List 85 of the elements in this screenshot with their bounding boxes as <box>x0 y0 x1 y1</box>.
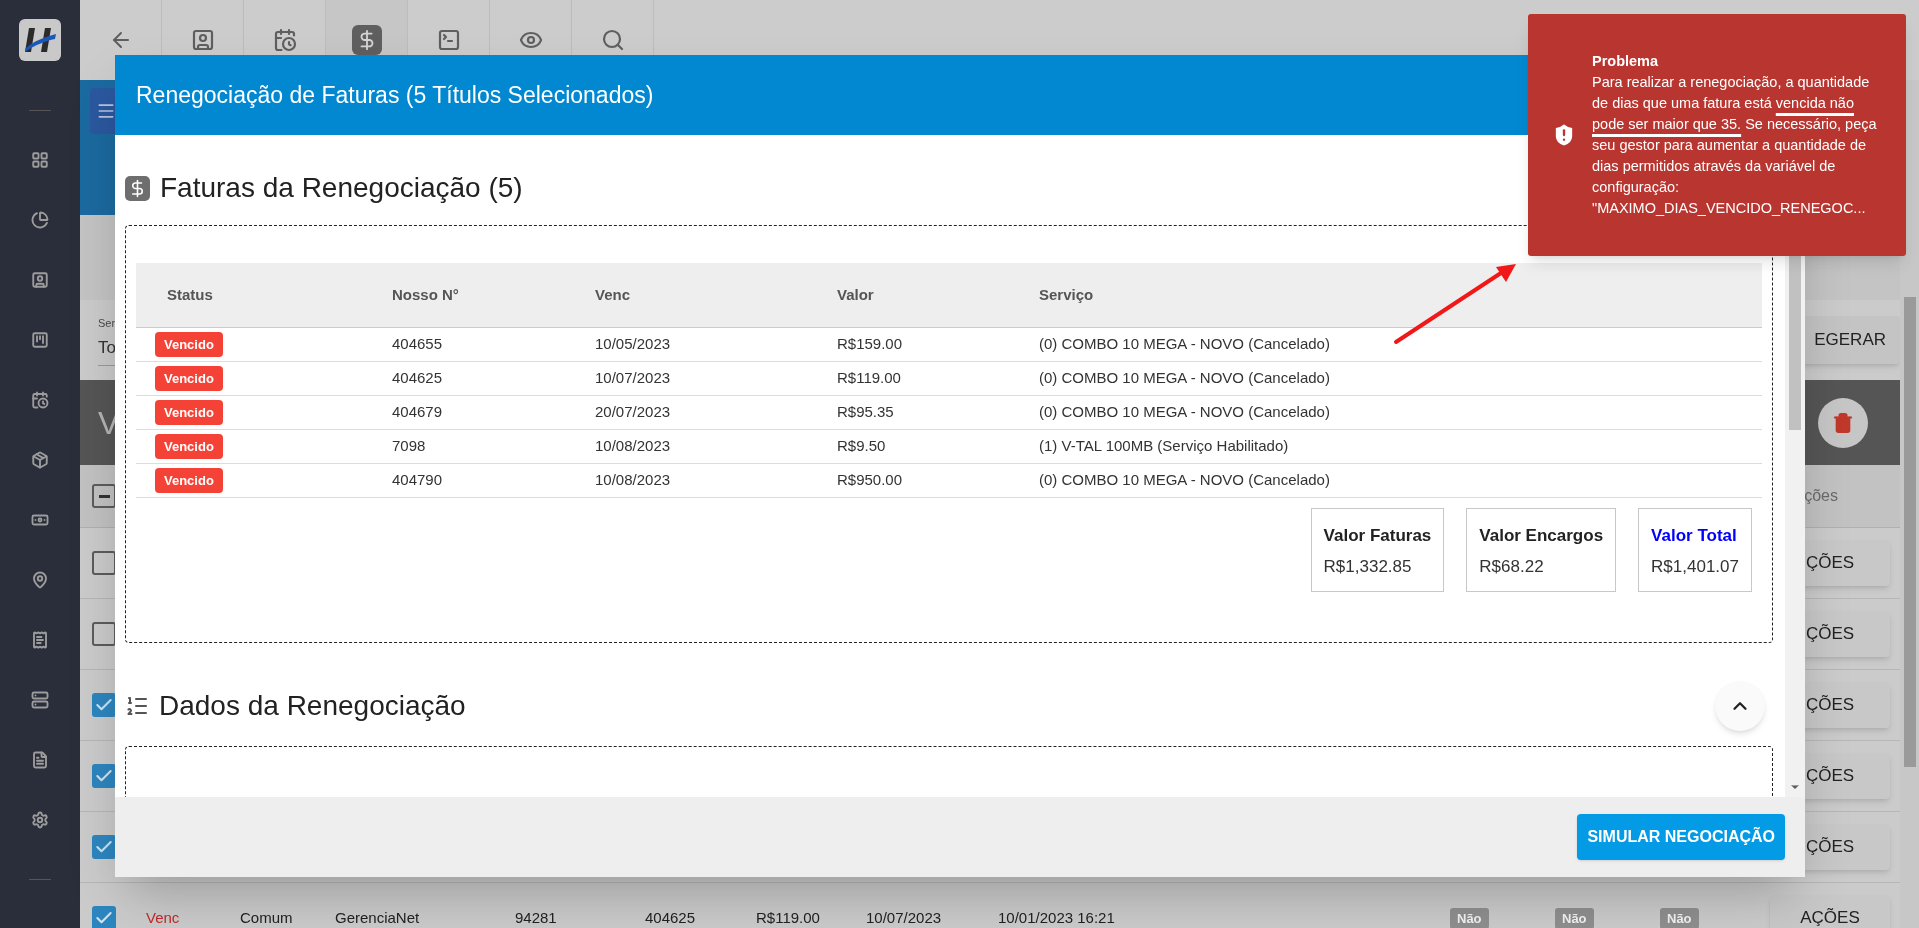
total-value: R$68.22 <box>1479 555 1545 578</box>
column-header: Status <box>167 286 213 303</box>
column-header: Venc <box>595 286 631 303</box>
column-header: ções <box>1804 486 1838 506</box>
flag-badge: Não <box>1555 907 1594 928</box>
scrollbar[interactable] <box>1900 80 1919 928</box>
dollar-icon <box>125 175 150 201</box>
table-cell-text: 10/07/2023 <box>866 907 943 928</box>
column-header: Serviço <box>1039 286 1094 303</box>
total-label: Valor Total <box>1651 525 1738 547</box>
table-cell-text: Comum <box>240 907 294 928</box>
section-heading: Dados da Renegociação <box>159 689 466 723</box>
column-header: Valor <box>837 286 874 303</box>
status-badge: Vencido <box>155 467 223 494</box>
table-cell-text: (0) COMBO 10 MEGA - NOVO (Cancelado) <box>1039 470 1330 491</box>
total-value: R$1,401.07 <box>1651 555 1739 578</box>
status-badge: Vencido <box>155 433 223 460</box>
logo <box>19 19 61 61</box>
table-cell-text: 404679 <box>392 402 444 423</box>
status-badge: Vencido <box>155 399 223 426</box>
status-text: Venc <box>146 907 181 928</box>
total-label: Valor Encargos <box>1479 525 1604 547</box>
table-cell-text: 404655 <box>392 334 444 355</box>
table-cell-text: 10/08/2023 <box>595 470 672 491</box>
contact-card-icon <box>190 28 215 52</box>
field-label: Ser <box>98 315 117 331</box>
table-cell-text: 404790 <box>392 470 444 491</box>
table-cell-text: GerenciaNet <box>335 907 421 928</box>
numbered-list-icon <box>125 694 149 718</box>
dollar-icon <box>351 25 382 55</box>
table-cell-text: 404625 <box>645 907 697 928</box>
map-pin-icon[interactable] <box>31 571 49 589</box>
settings-icon[interactable] <box>31 811 49 829</box>
delete-button[interactable] <box>1818 397 1868 448</box>
table-cell-text: 10/05/2023 <box>595 334 672 355</box>
table-cell-text: 10/01/2023 16:21 <box>998 907 1116 928</box>
server-icon[interactable] <box>31 691 49 709</box>
column-header: Nosso N° <box>392 286 459 303</box>
package-icon[interactable] <box>31 451 49 469</box>
total-label: Valor Faturas <box>1323 525 1432 547</box>
table-cell-text: 10/08/2023 <box>595 436 672 457</box>
table-cell-text: R$95.35 <box>837 402 895 423</box>
grid-icon[interactable] <box>31 151 49 169</box>
menu-icon <box>96 101 116 121</box>
table-cell-text: 94281 <box>515 907 558 928</box>
calendar-clock-icon <box>272 28 297 52</box>
table-cell-text: R$119.00 <box>837 368 902 389</box>
status-badge: Vencido <box>155 365 223 392</box>
table-cell-text: 7098 <box>392 436 427 457</box>
table-cell-text: R$159.00 <box>837 334 904 355</box>
checkbox[interactable] <box>92 764 116 788</box>
toast-message: Para realizar a renegociação, a quantidade de dias que uma fatura está vencida não pode ser maior que 35. Se necessário, peça seu gestor para aumentar a quantidade de dias permitidos através da variável de configuração: "MAXIMO_DIAS_VENCIDO_RENEGOC... <box>1592 73 1878 218</box>
table-cell-text: R$9.50 <box>837 436 887 457</box>
scrollbar-thumb[interactable] <box>1903 297 1916 767</box>
document-icon[interactable] <box>31 751 49 769</box>
terminal-icon <box>436 28 461 52</box>
pie-chart-icon[interactable] <box>31 211 49 229</box>
checkbox[interactable] <box>92 906 116 928</box>
table-cell-text: (1) V-TAL 100MB (Serviço Habilitado) <box>1039 436 1289 457</box>
checkbox[interactable] <box>92 835 116 859</box>
contact-card-icon[interactable] <box>31 271 49 289</box>
trash-icon <box>1832 411 1854 434</box>
table-cell-text: 10/07/2023 <box>595 368 672 389</box>
table-cell-text: (0) COMBO 10 MEGA - NOVO (Cancelado) <box>1039 368 1330 389</box>
checkbox[interactable] <box>92 693 116 717</box>
table-cell-text: R$950.00 <box>837 470 904 491</box>
status-badge: Vencido <box>155 331 223 358</box>
table-cell-text: R$119.00 <box>756 907 821 928</box>
receipt-icon[interactable] <box>31 631 49 649</box>
table-cell-text: (0) COMBO 10 MEGA - NOVO (Cancelado) <box>1039 334 1330 355</box>
toast-title: Problema <box>1592 52 1660 71</box>
flag-badge: Não <box>1660 907 1699 928</box>
section-heading: Faturas da Renegociação (5) <box>160 171 523 205</box>
calendar-clock-icon[interactable] <box>31 391 49 409</box>
total-value: R$1,332.85 <box>1323 555 1413 578</box>
dialog-title: Renegociação de Faturas (5 Títulos Selecionados) <box>136 80 654 110</box>
table-cell-text: 404625 <box>392 368 444 389</box>
board-icon[interactable] <box>31 331 49 349</box>
table-cell-text: (0) COMBO 10 MEGA - NOVO (Cancelado) <box>1039 402 1330 423</box>
search-icon <box>600 28 625 52</box>
scrollbar-thumb[interactable] <box>1789 255 1801 430</box>
minus-icon <box>98 494 110 498</box>
flag-badge: Não <box>1450 907 1489 928</box>
actions-button[interactable]: AÇÕES <box>1770 895 1890 928</box>
table-cell-text: 20/07/2023 <box>595 402 672 423</box>
